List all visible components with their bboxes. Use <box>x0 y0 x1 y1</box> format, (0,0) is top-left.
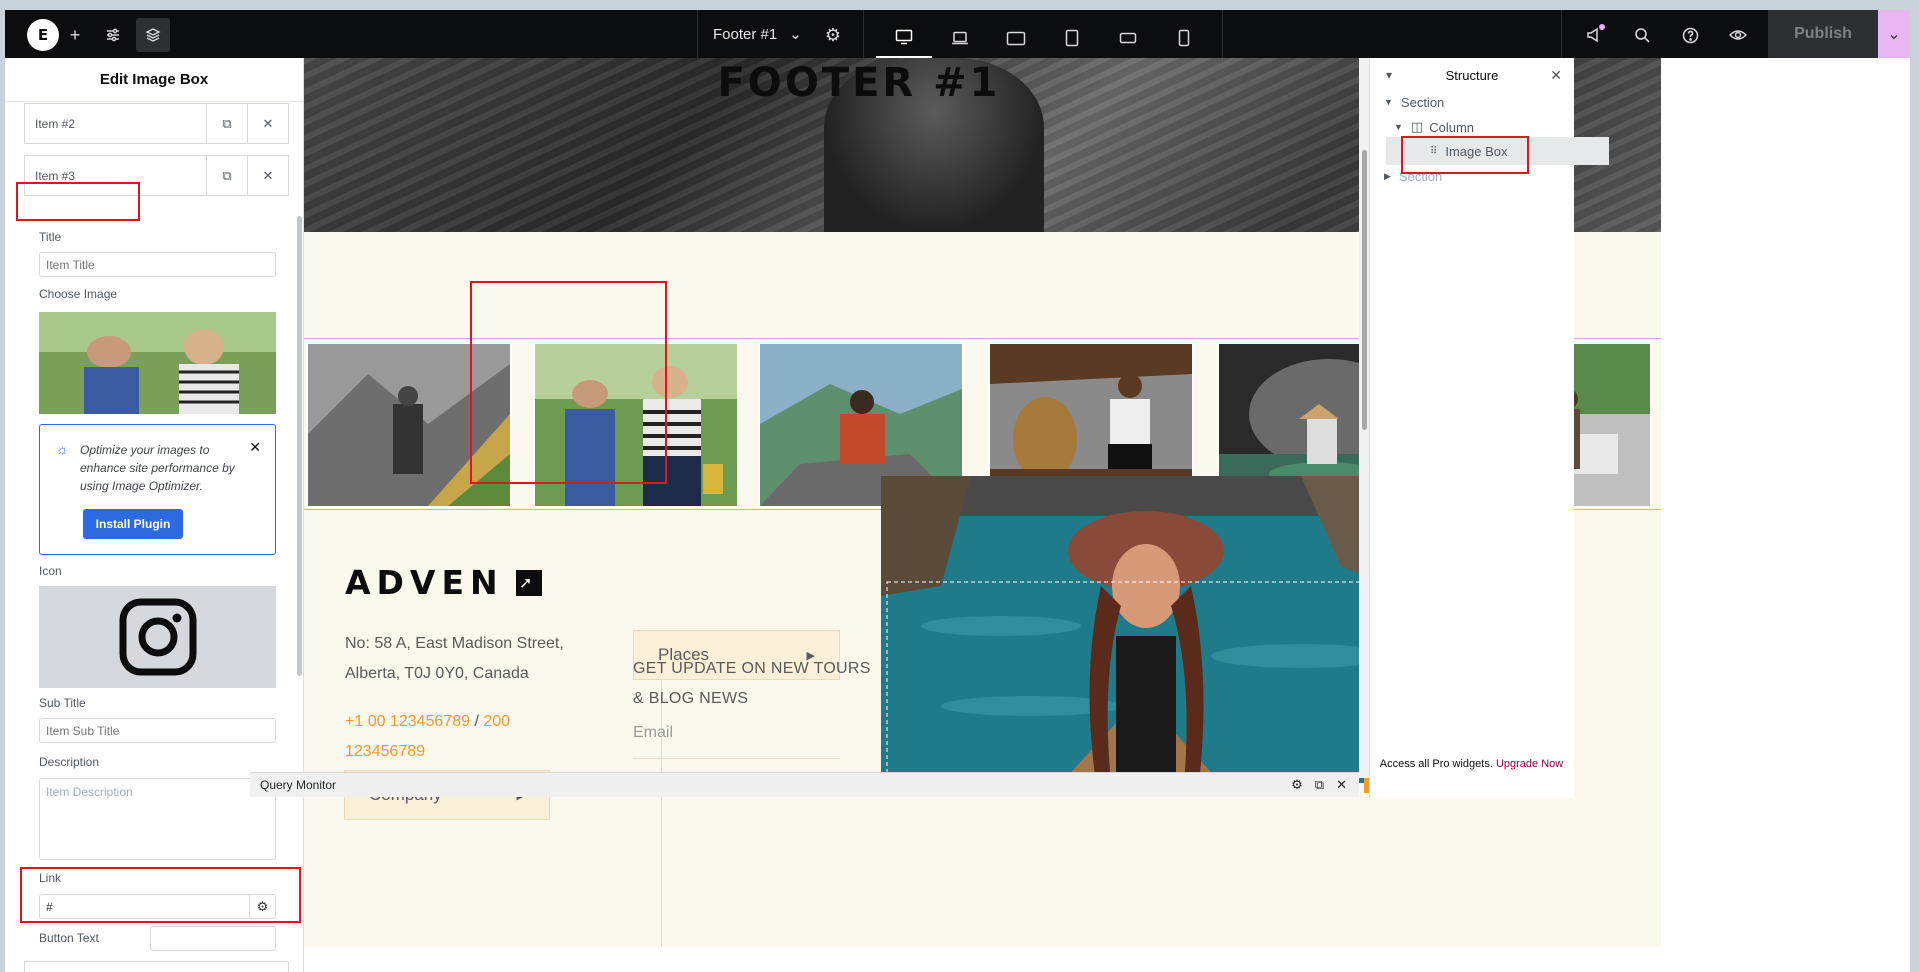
instagram-icon <box>119 598 196 676</box>
phone-numbers: +1 00 123456789 / 200 123456789 <box>345 707 565 767</box>
phone-separator: / <box>474 713 479 730</box>
query-monitor-bar[interactable]: Query Monitor ⚙ ⧉ ✕ <box>250 772 1359 797</box>
description-textarea[interactable]: Item Description <box>39 778 276 860</box>
mobile-landscape-icon[interactable] <box>1100 18 1156 58</box>
panel-scrollbar[interactable] <box>297 216 302 676</box>
tree-item-label: Section <box>1400 94 1445 110</box>
button-text-input[interactable] <box>150 926 276 951</box>
upgrade-now-link[interactable]: Upgrade Now <box>1496 758 1563 770</box>
whats-new-megaphone-icon[interactable] <box>1577 18 1611 52</box>
notice-text: Optimize your images to enhance site per… <box>80 443 235 493</box>
laptop-device-icon[interactable] <box>932 18 988 58</box>
featured-photo-woman-in-boat <box>881 476 1413 783</box>
preview-eye-icon[interactable] <box>1721 18 1755 52</box>
phone-1-link[interactable]: +1 00 123456789 <box>345 713 470 730</box>
elementor-logo-icon[interactable]: E <box>27 19 59 51</box>
title-label: Title <box>39 230 62 244</box>
address-text: No: 58 A, East Madison Street, Alberta, … <box>345 635 564 682</box>
chosen-image-thumbnail[interactable] <box>39 312 276 414</box>
top-bar: E + Footer #1 ⌄ ⚙ Publish ⌄ <box>5 10 1910 58</box>
publish-options-chevron-icon[interactable]: ⌄ <box>1878 10 1910 58</box>
subtitle-input[interactable] <box>39 718 276 743</box>
highlight-item-3 <box>16 182 140 221</box>
site-settings-icon[interactable] <box>96 18 130 52</box>
caret-down-icon[interactable]: ▼ <box>1394 122 1403 132</box>
brand-logo[interactable]: ADVEN ➚ <box>345 563 542 602</box>
repeater-item-label[interactable]: Item #2 <box>25 117 206 131</box>
document-title-text: Footer #1 <box>713 25 778 43</box>
qm-settings-gear-icon[interactable]: ⚙ <box>1291 777 1303 793</box>
close-icon[interactable]: ✕ <box>247 156 288 195</box>
footer-divider <box>661 678 662 947</box>
email-input[interactable]: Email <box>633 724 840 759</box>
canvas-scrollbar-thumb[interactable] <box>1362 150 1367 430</box>
editor-app: E + Footer #1 ⌄ ⚙ Publish ⌄ Edit Image B… <box>5 10 1910 972</box>
qm-popout-icon[interactable]: ⧉ <box>1315 777 1324 793</box>
chevron-down-icon: ⌄ <box>789 26 802 43</box>
panel-title: Edit Image Box <box>5 58 303 102</box>
structure-close-icon[interactable]: ✕ <box>1550 67 1562 84</box>
paper-plane-icon: ➚ <box>515 569 542 596</box>
caret-down-icon[interactable]: ▼ <box>1384 97 1393 107</box>
highlight-selected-gallery-image <box>470 281 667 484</box>
structure-header: ▾ Structure ✕ <box>1370 58 1574 92</box>
help-icon[interactable] <box>1673 18 1707 52</box>
tree-item-label: Column <box>1429 119 1475 135</box>
pro-upsell: Access all Pro widgets. Upgrade Now <box>1369 758 1574 964</box>
search-icon[interactable] <box>1625 18 1659 52</box>
page-settings-gear-icon[interactable]: ⚙ <box>816 18 850 52</box>
duplicate-icon[interactable]: ⧉ <box>206 156 247 195</box>
publish-button[interactable]: Publish <box>1768 10 1878 58</box>
image-optimizer-notice: ☼ Optimize your images to enhance site p… <box>39 424 276 555</box>
structure-title: Structure <box>1445 67 1499 83</box>
icon-picker[interactable] <box>39 586 276 688</box>
qm-close-icon[interactable]: ✕ <box>1336 777 1347 793</box>
icon-label: Icon <box>39 564 62 578</box>
repeater-item-2[interactable]: Item #2 ⧉ ✕ <box>24 103 289 144</box>
tablet-landscape-icon[interactable] <box>988 18 1044 58</box>
structure-layers-icon[interactable] <box>136 18 170 52</box>
pro-upsell-text: Access all Pro widgets. <box>1379 758 1493 770</box>
repeater-item-label[interactable]: Item #3 <box>25 169 206 183</box>
choose-image-label: Choose Image <box>39 287 118 301</box>
tablet-portrait-icon[interactable] <box>1044 18 1100 58</box>
close-icon[interactable]: ✕ <box>247 104 288 143</box>
document-title[interactable]: Footer #1 ⌄ <box>713 10 802 58</box>
lightbulb-icon: ☼ <box>56 441 69 457</box>
subtitle-label: Sub Title <box>39 696 86 710</box>
add-element-icon[interactable]: + <box>58 18 92 52</box>
column-icon: ◫ <box>1410 119 1424 134</box>
button-text-label: Button Text <box>39 931 99 945</box>
install-plugin-button[interactable]: Install Plugin <box>83 509 183 539</box>
query-monitor-label: Query Monitor <box>260 778 337 792</box>
highlight-link-field <box>20 867 301 923</box>
newsletter-heading: GET UPDATE ON NEW TOURS & BLOG NEWS <box>633 660 871 707</box>
hero-title: FOOTER #1 <box>717 60 1001 106</box>
close-notice-icon[interactable]: ✕ <box>249 439 261 456</box>
description-label: Description <box>39 755 100 769</box>
mobile-portrait-icon[interactable] <box>1156 18 1212 58</box>
duplicate-icon[interactable]: ⧉ <box>206 104 247 143</box>
structure-panel: ▾ Structure ✕ ▼ Section ▼ ◫ Column ⠿ Ima… <box>1369 58 1609 798</box>
structure-dock-icon[interactable]: ▾ <box>1386 68 1392 82</box>
edit-panel: Edit Image Box Item #2 ⧉ ✕ Item #3 ⧉ ✕ T… <box>5 58 304 972</box>
desktop-device-icon[interactable] <box>876 18 932 58</box>
caret-right-icon[interactable]: ▶ <box>1384 171 1391 182</box>
tree-item-section[interactable]: ▼ Section <box>1370 88 1609 116</box>
highlight-image-box-node <box>1401 136 1529 174</box>
brand-name: ADVEN <box>345 563 504 602</box>
title-input[interactable] <box>39 252 276 277</box>
next-repeater-item[interactable] <box>24 961 289 972</box>
